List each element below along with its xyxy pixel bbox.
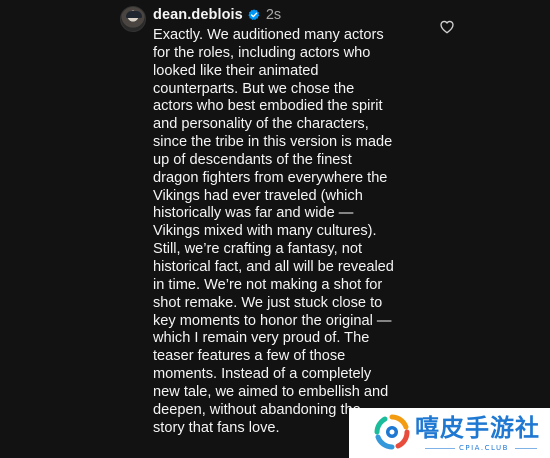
comment-item: dean.deblois 2s Exactly. We auditioned m… bbox=[0, 0, 550, 458]
avatar[interactable] bbox=[120, 6, 146, 32]
comment-header: dean.deblois 2s bbox=[153, 6, 281, 24]
avatar-cap-shape bbox=[126, 11, 142, 18]
username-link[interactable]: dean.deblois bbox=[153, 7, 243, 23]
watermark-logo-icon bbox=[373, 413, 411, 451]
timestamp: 2s bbox=[265, 7, 282, 23]
watermark-divider-left bbox=[425, 448, 455, 449]
verified-badge-icon bbox=[248, 9, 260, 21]
heart-outline-icon[interactable] bbox=[439, 19, 455, 35]
comment-text: Exactly. We auditioned many actors for t… bbox=[153, 27, 394, 436]
watermark-banner: 嘻皮手游社 CPIA.CLUB bbox=[349, 408, 550, 458]
watermark-subtitle: CPIA.CLUB bbox=[459, 444, 509, 452]
watermark-divider-right bbox=[515, 448, 537, 449]
watermark-title: 嘻皮手游社 bbox=[415, 414, 540, 442]
